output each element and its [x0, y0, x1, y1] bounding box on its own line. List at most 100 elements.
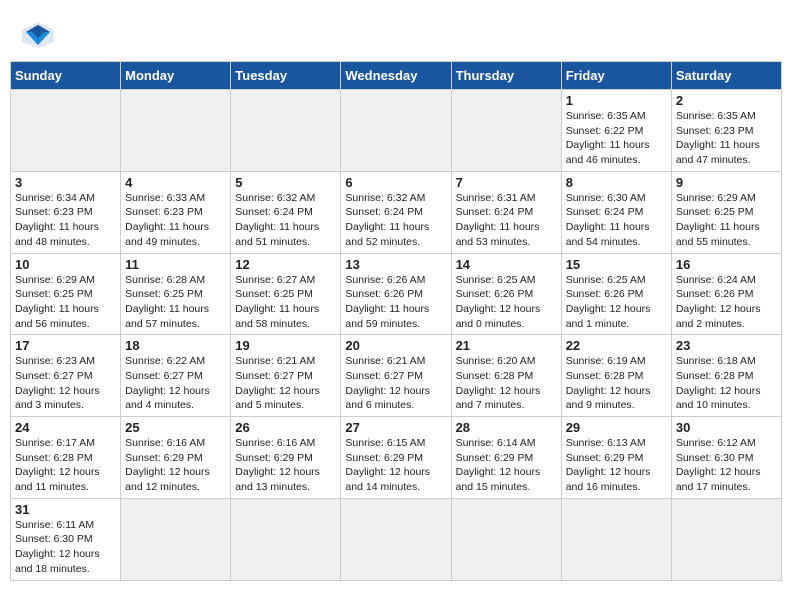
day-number: 22: [566, 338, 667, 353]
weekday-header-thursday: Thursday: [451, 62, 561, 90]
day-info: Sunrise: 6:33 AM Sunset: 6:23 PM Dayligh…: [125, 191, 226, 250]
day-info: Sunrise: 6:19 AM Sunset: 6:28 PM Dayligh…: [566, 354, 667, 413]
day-info: Sunrise: 6:29 AM Sunset: 6:25 PM Dayligh…: [15, 273, 116, 332]
weekday-header-friday: Friday: [561, 62, 671, 90]
calendar-cell: 21Sunrise: 6:20 AM Sunset: 6:28 PM Dayli…: [451, 335, 561, 417]
weekday-header-saturday: Saturday: [671, 62, 781, 90]
day-number: 21: [456, 338, 557, 353]
calendar-cell: 10Sunrise: 6:29 AM Sunset: 6:25 PM Dayli…: [11, 253, 121, 335]
day-number: 5: [235, 175, 336, 190]
calendar-cell: [341, 498, 451, 580]
day-info: Sunrise: 6:12 AM Sunset: 6:30 PM Dayligh…: [676, 436, 777, 495]
calendar-cell: [451, 498, 561, 580]
day-number: 13: [345, 257, 446, 272]
day-number: 29: [566, 420, 667, 435]
week-row-1: 1Sunrise: 6:35 AM Sunset: 6:22 PM Daylig…: [11, 90, 782, 172]
weekday-header-monday: Monday: [121, 62, 231, 90]
day-info: Sunrise: 6:14 AM Sunset: 6:29 PM Dayligh…: [456, 436, 557, 495]
calendar-cell: 29Sunrise: 6:13 AM Sunset: 6:29 PM Dayli…: [561, 417, 671, 499]
day-info: Sunrise: 6:27 AM Sunset: 6:25 PM Dayligh…: [235, 273, 336, 332]
day-info: Sunrise: 6:26 AM Sunset: 6:26 PM Dayligh…: [345, 273, 446, 332]
day-number: 27: [345, 420, 446, 435]
calendar-cell: 18Sunrise: 6:22 AM Sunset: 6:27 PM Dayli…: [121, 335, 231, 417]
calendar-cell: 22Sunrise: 6:19 AM Sunset: 6:28 PM Dayli…: [561, 335, 671, 417]
day-info: Sunrise: 6:16 AM Sunset: 6:29 PM Dayligh…: [235, 436, 336, 495]
day-number: 9: [676, 175, 777, 190]
day-info: Sunrise: 6:28 AM Sunset: 6:25 PM Dayligh…: [125, 273, 226, 332]
header: [10, 10, 782, 55]
calendar-cell: [671, 498, 781, 580]
day-number: 23: [676, 338, 777, 353]
day-info: Sunrise: 6:21 AM Sunset: 6:27 PM Dayligh…: [235, 354, 336, 413]
day-number: 14: [456, 257, 557, 272]
day-number: 3: [15, 175, 116, 190]
day-number: 30: [676, 420, 777, 435]
calendar-cell: 3Sunrise: 6:34 AM Sunset: 6:23 PM Daylig…: [11, 171, 121, 253]
day-number: 24: [15, 420, 116, 435]
day-info: Sunrise: 6:30 AM Sunset: 6:24 PM Dayligh…: [566, 191, 667, 250]
day-number: 2: [676, 93, 777, 108]
calendar-cell: [451, 90, 561, 172]
calendar-cell: 6Sunrise: 6:32 AM Sunset: 6:24 PM Daylig…: [341, 171, 451, 253]
day-number: 20: [345, 338, 446, 353]
calendar-cell: 2Sunrise: 6:35 AM Sunset: 6:23 PM Daylig…: [671, 90, 781, 172]
calendar-cell: 26Sunrise: 6:16 AM Sunset: 6:29 PM Dayli…: [231, 417, 341, 499]
weekday-header-wednesday: Wednesday: [341, 62, 451, 90]
logo: [20, 20, 60, 50]
calendar-cell: 1Sunrise: 6:35 AM Sunset: 6:22 PM Daylig…: [561, 90, 671, 172]
weekday-header-tuesday: Tuesday: [231, 62, 341, 90]
week-row-6: 31Sunrise: 6:11 AM Sunset: 6:30 PM Dayli…: [11, 498, 782, 580]
day-number: 8: [566, 175, 667, 190]
day-info: Sunrise: 6:25 AM Sunset: 6:26 PM Dayligh…: [456, 273, 557, 332]
day-info: Sunrise: 6:17 AM Sunset: 6:28 PM Dayligh…: [15, 436, 116, 495]
calendar-cell: 16Sunrise: 6:24 AM Sunset: 6:26 PM Dayli…: [671, 253, 781, 335]
week-row-3: 10Sunrise: 6:29 AM Sunset: 6:25 PM Dayli…: [11, 253, 782, 335]
calendar-cell: [341, 90, 451, 172]
day-info: Sunrise: 6:11 AM Sunset: 6:30 PM Dayligh…: [15, 518, 116, 577]
calendar-cell: 11Sunrise: 6:28 AM Sunset: 6:25 PM Dayli…: [121, 253, 231, 335]
day-number: 6: [345, 175, 446, 190]
calendar-cell: 25Sunrise: 6:16 AM Sunset: 6:29 PM Dayli…: [121, 417, 231, 499]
day-info: Sunrise: 6:35 AM Sunset: 6:22 PM Dayligh…: [566, 109, 667, 168]
day-number: 1: [566, 93, 667, 108]
calendar-cell: [11, 90, 121, 172]
calendar-cell: 13Sunrise: 6:26 AM Sunset: 6:26 PM Dayli…: [341, 253, 451, 335]
calendar-cell: [121, 90, 231, 172]
day-info: Sunrise: 6:24 AM Sunset: 6:26 PM Dayligh…: [676, 273, 777, 332]
calendar-cell: 4Sunrise: 6:33 AM Sunset: 6:23 PM Daylig…: [121, 171, 231, 253]
week-row-2: 3Sunrise: 6:34 AM Sunset: 6:23 PM Daylig…: [11, 171, 782, 253]
logo-icon: [20, 20, 56, 50]
calendar-cell: [231, 498, 341, 580]
calendar-cell: 12Sunrise: 6:27 AM Sunset: 6:25 PM Dayli…: [231, 253, 341, 335]
day-info: Sunrise: 6:13 AM Sunset: 6:29 PM Dayligh…: [566, 436, 667, 495]
week-row-5: 24Sunrise: 6:17 AM Sunset: 6:28 PM Dayli…: [11, 417, 782, 499]
day-number: 31: [15, 502, 116, 517]
calendar: SundayMondayTuesdayWednesdayThursdayFrid…: [10, 61, 782, 581]
day-info: Sunrise: 6:29 AM Sunset: 6:25 PM Dayligh…: [676, 191, 777, 250]
calendar-cell: 7Sunrise: 6:31 AM Sunset: 6:24 PM Daylig…: [451, 171, 561, 253]
calendar-cell: 24Sunrise: 6:17 AM Sunset: 6:28 PM Dayli…: [11, 417, 121, 499]
day-info: Sunrise: 6:20 AM Sunset: 6:28 PM Dayligh…: [456, 354, 557, 413]
day-info: Sunrise: 6:32 AM Sunset: 6:24 PM Dayligh…: [345, 191, 446, 250]
calendar-cell: 27Sunrise: 6:15 AM Sunset: 6:29 PM Dayli…: [341, 417, 451, 499]
calendar-cell: 31Sunrise: 6:11 AM Sunset: 6:30 PM Dayli…: [11, 498, 121, 580]
day-info: Sunrise: 6:32 AM Sunset: 6:24 PM Dayligh…: [235, 191, 336, 250]
calendar-cell: 23Sunrise: 6:18 AM Sunset: 6:28 PM Dayli…: [671, 335, 781, 417]
day-info: Sunrise: 6:21 AM Sunset: 6:27 PM Dayligh…: [345, 354, 446, 413]
day-number: 15: [566, 257, 667, 272]
calendar-cell: [561, 498, 671, 580]
calendar-cell: [231, 90, 341, 172]
calendar-cell: [121, 498, 231, 580]
day-number: 26: [235, 420, 336, 435]
day-info: Sunrise: 6:22 AM Sunset: 6:27 PM Dayligh…: [125, 354, 226, 413]
calendar-cell: 8Sunrise: 6:30 AM Sunset: 6:24 PM Daylig…: [561, 171, 671, 253]
calendar-cell: 9Sunrise: 6:29 AM Sunset: 6:25 PM Daylig…: [671, 171, 781, 253]
weekday-header-row: SundayMondayTuesdayWednesdayThursdayFrid…: [11, 62, 782, 90]
day-info: Sunrise: 6:15 AM Sunset: 6:29 PM Dayligh…: [345, 436, 446, 495]
day-info: Sunrise: 6:23 AM Sunset: 6:27 PM Dayligh…: [15, 354, 116, 413]
calendar-cell: 20Sunrise: 6:21 AM Sunset: 6:27 PM Dayli…: [341, 335, 451, 417]
day-number: 7: [456, 175, 557, 190]
calendar-cell: 14Sunrise: 6:25 AM Sunset: 6:26 PM Dayli…: [451, 253, 561, 335]
day-info: Sunrise: 6:16 AM Sunset: 6:29 PM Dayligh…: [125, 436, 226, 495]
day-number: 11: [125, 257, 226, 272]
